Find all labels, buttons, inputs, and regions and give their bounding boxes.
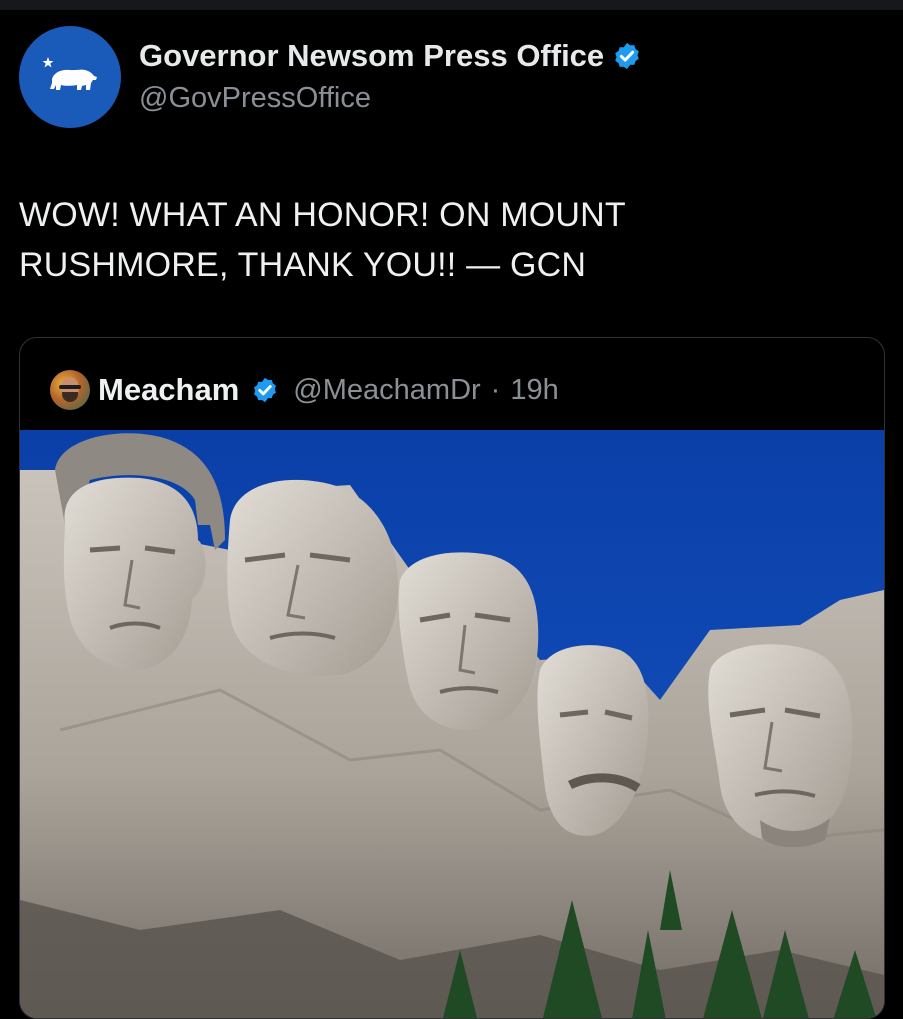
quoted-tweet-card[interactable]: Meacham @MeachamDr · 19h — [19, 337, 885, 1019]
carved-face-3 — [398, 552, 539, 731]
quoted-author-avatar[interactable] — [50, 370, 90, 410]
quoted-author-name[interactable]: Meacham — [98, 372, 239, 408]
quoted-tweet-header: Meacham @MeachamDr · 19h — [50, 370, 559, 410]
quoted-tweet-image[interactable] — [20, 430, 884, 1018]
verified-badge-icon — [254, 377, 277, 403]
quoted-timestamp[interactable]: 19h — [510, 374, 558, 407]
tweet-text: WOW! WHAT AN HONOR! ON MOUNT RUSHMORE, T… — [19, 190, 879, 290]
mount-rushmore-image — [20, 430, 884, 1018]
author-display-name[interactable]: Governor Newsom Press Office — [139, 38, 604, 74]
tweet-text-line: RUSHMORE, THANK YOU!! — GCN — [19, 246, 587, 284]
california-bear-icon — [42, 57, 97, 90]
tweet-text-line: WOW! WHAT AN HONOR! ON MOUNT — [19, 196, 626, 234]
profile-avatar[interactable] — [19, 26, 121, 128]
status-strip — [0, 0, 903, 10]
meta-separator: · — [490, 373, 501, 406]
quoted-author-handle[interactable]: @MeachamDr — [293, 374, 480, 407]
verified-badge-icon — [615, 42, 639, 70]
author-handle[interactable]: @GovPressOffice — [139, 82, 371, 115]
author-display-name-row[interactable]: Governor Newsom Press Office — [139, 38, 642, 74]
